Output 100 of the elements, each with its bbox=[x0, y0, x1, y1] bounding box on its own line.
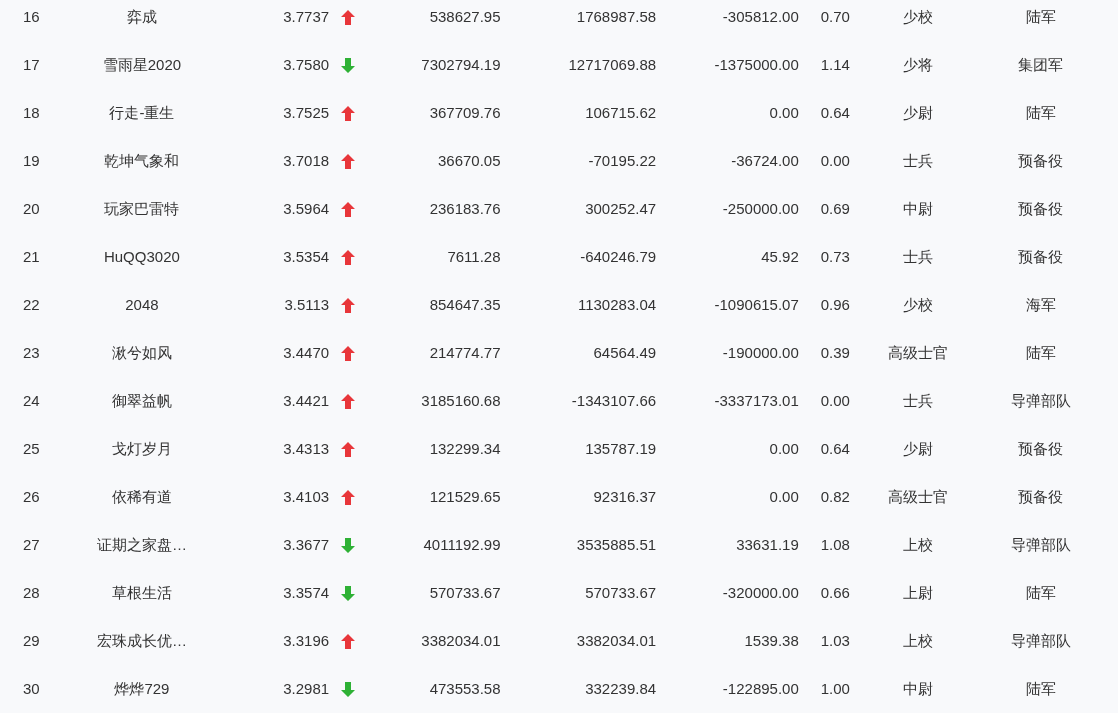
table-cell-text: 121529.65 bbox=[429, 486, 501, 507]
ratio-value: 1.00 bbox=[820, 679, 850, 697]
rank-title: 士兵 bbox=[902, 246, 933, 267]
branch-label: 导弹部队 bbox=[1010, 630, 1071, 651]
table-cell-text: -320000.00 bbox=[722, 582, 799, 603]
branch-label: 陆军 bbox=[1025, 102, 1056, 123]
score-value: 3.4470 bbox=[283, 342, 330, 363]
user-name: 2048 bbox=[125, 294, 159, 315]
score-value: 3.4103 bbox=[283, 486, 330, 507]
user-name: 依稀有道 bbox=[111, 486, 172, 507]
table-cell-text: -1090615.07 bbox=[714, 294, 799, 315]
table-cell-text: 1539.38 bbox=[744, 630, 799, 651]
table-cell-text: 12717069.88 bbox=[568, 54, 657, 75]
table-cell-text: -1343107.66 bbox=[571, 390, 657, 411]
branch-label: 陆军 bbox=[1025, 678, 1056, 699]
table-cell-text: 0.00 bbox=[769, 438, 799, 459]
table-cell-text: -122895.00 bbox=[722, 678, 799, 699]
ratio-value: 0.64 bbox=[820, 439, 850, 457]
rank-title: 士兵 bbox=[902, 150, 933, 171]
table-cell-text: 36670.05 bbox=[437, 150, 501, 171]
rank-title: 上校 bbox=[902, 630, 933, 651]
score-value: 3.5964 bbox=[283, 198, 330, 219]
ratio-value: 0.00 bbox=[820, 391, 850, 409]
score-value: 3.7580 bbox=[283, 54, 330, 75]
table-cell-text: 64564.49 bbox=[593, 342, 657, 363]
branch-label: 陆军 bbox=[1025, 582, 1056, 603]
branch-label: 导弹部队 bbox=[1010, 534, 1071, 555]
score-value: 3.3196 bbox=[283, 630, 330, 651]
branch-label: 预备役 bbox=[1018, 246, 1064, 267]
ratio-value: 1.08 bbox=[820, 535, 850, 553]
table-cell-text: 854647.35 bbox=[429, 294, 501, 315]
rank-number: 23 bbox=[23, 343, 40, 361]
table-cell-text: 45.92 bbox=[761, 246, 799, 267]
table-cell-text: 538627.95 bbox=[429, 6, 501, 27]
rank-number: 20 bbox=[23, 199, 40, 217]
score-value: 3.2981 bbox=[283, 678, 330, 699]
score-value: 3.7525 bbox=[283, 102, 330, 123]
user-name: 弈成 bbox=[126, 6, 157, 27]
table-cell-text: 214774.77 bbox=[429, 342, 501, 363]
table-cell-text: -70195.22 bbox=[588, 150, 657, 171]
ratio-value: 0.66 bbox=[820, 583, 850, 601]
table-cell-text: 132299.34 bbox=[429, 438, 501, 459]
rank-number: 19 bbox=[23, 151, 40, 169]
table-cell-text: 1768987.58 bbox=[576, 6, 657, 27]
rank-title: 少尉 bbox=[902, 102, 933, 123]
table-cell-text: 0.00 bbox=[769, 102, 799, 123]
table-cell-text: 236183.76 bbox=[429, 198, 501, 219]
rank-title: 中尉 bbox=[902, 678, 933, 699]
table-cell-text: -305812.00 bbox=[722, 6, 799, 27]
table-cell-text: 33631.19 bbox=[736, 534, 799, 555]
ratio-value: 1.14 bbox=[820, 55, 850, 73]
user-name: 证期之家盘… bbox=[96, 534, 187, 555]
rank-number: 30 bbox=[23, 679, 40, 697]
rank-number: 24 bbox=[23, 391, 40, 409]
rank-number: 27 bbox=[23, 535, 40, 553]
branch-label: 陆军 bbox=[1025, 6, 1056, 27]
table-cell-text: -36724.00 bbox=[731, 150, 799, 171]
table-cell-text: 7611.28 bbox=[447, 246, 501, 267]
table-cell-text: -640246.79 bbox=[580, 246, 657, 267]
user-name: 乾坤气象和 bbox=[104, 150, 180, 171]
user-name: 草根生活 bbox=[111, 582, 172, 603]
rank-title: 高级士官 bbox=[887, 342, 948, 363]
table-cell-text: 0.00 bbox=[769, 486, 799, 507]
rank-title: 少校 bbox=[902, 294, 933, 315]
branch-label: 预备役 bbox=[1018, 150, 1064, 171]
ratio-value: 0.39 bbox=[820, 343, 850, 361]
ratio-value: 0.64 bbox=[820, 103, 850, 121]
branch-label: 预备役 bbox=[1018, 438, 1064, 459]
table-cell-text: 7302794.19 bbox=[421, 54, 501, 75]
rank-number: 26 bbox=[23, 487, 40, 505]
table-cell-text: 300252.47 bbox=[585, 198, 657, 219]
user-name: HuQQ3020 bbox=[103, 246, 180, 267]
user-name: 玩家巴雷特 bbox=[104, 198, 180, 219]
rank-title: 中尉 bbox=[902, 198, 933, 219]
score-value: 3.3574 bbox=[283, 582, 330, 603]
rank-title: 士兵 bbox=[902, 390, 933, 411]
rank-title: 少将 bbox=[902, 54, 933, 75]
rank-title: 高级士官 bbox=[887, 486, 948, 507]
score-value: 3.7737 bbox=[283, 6, 330, 27]
rank-number: 21 bbox=[23, 247, 40, 265]
rank-title: 少尉 bbox=[902, 438, 933, 459]
table-cell-text: 570733.67 bbox=[585, 582, 657, 603]
table-cell-text: -190000.00 bbox=[722, 342, 799, 363]
ratio-value: 0.00 bbox=[820, 151, 850, 169]
score-value: 3.5354 bbox=[283, 246, 330, 267]
score-value: 3.4421 bbox=[283, 390, 330, 411]
rank-title: 上尉 bbox=[902, 582, 933, 603]
rank-number: 18 bbox=[23, 103, 40, 121]
rank-number: 25 bbox=[23, 439, 40, 457]
branch-label: 陆军 bbox=[1025, 342, 1056, 363]
table-cell-text: 3382034.01 bbox=[421, 630, 501, 651]
ratio-value: 0.82 bbox=[820, 487, 850, 505]
table-cell-text: -3337173.01 bbox=[714, 390, 799, 411]
user-name: 戈灯岁月 bbox=[111, 438, 172, 459]
branch-label: 预备役 bbox=[1018, 198, 1064, 219]
branch-label: 导弹部队 bbox=[1010, 390, 1071, 411]
score-value: 3.5113 bbox=[284, 294, 330, 315]
rank-title: 少校 bbox=[902, 6, 933, 27]
table-cell-text: 4011192.99 bbox=[423, 534, 501, 555]
table-cell-text: 3185160.68 bbox=[421, 390, 501, 411]
